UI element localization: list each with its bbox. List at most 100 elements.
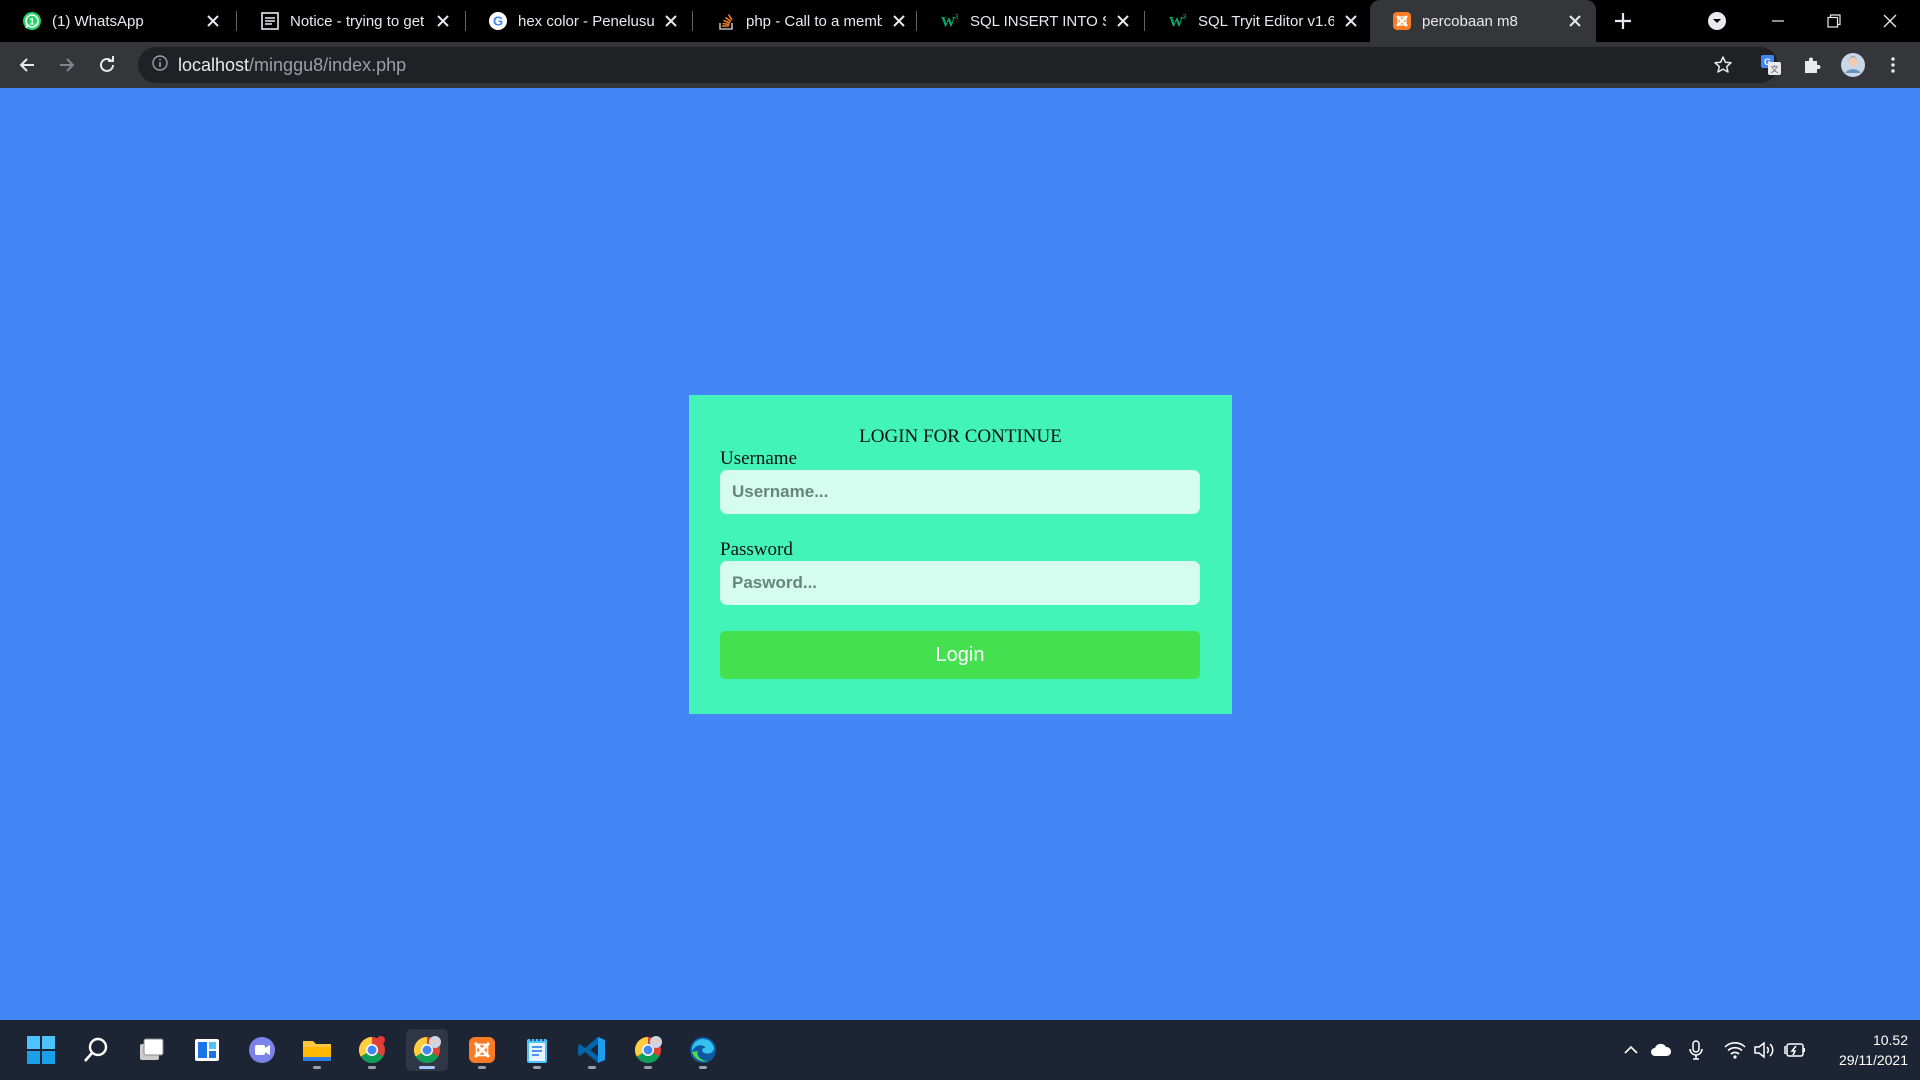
onedrive-button[interactable] bbox=[1650, 1039, 1672, 1061]
close-icon[interactable] bbox=[1566, 12, 1584, 30]
chevron-down-icon bbox=[1708, 12, 1726, 30]
back-button[interactable] bbox=[12, 50, 42, 80]
page-content: LOGIN FOR CONTINUE Username Password Log… bbox=[0, 88, 1920, 1020]
microphone-icon bbox=[1689, 1040, 1703, 1060]
address-bar[interactable]: localhost/minggu8/index.php bbox=[138, 47, 1778, 83]
tab-percobaan-active[interactable]: percobaan m8 bbox=[1370, 0, 1596, 42]
reload-icon bbox=[100, 56, 114, 72]
svg-text:1: 1 bbox=[29, 17, 34, 27]
search-button[interactable] bbox=[75, 1029, 117, 1071]
minimize-button[interactable] bbox=[1750, 0, 1806, 42]
folder-icon bbox=[303, 1041, 331, 1061]
tab-whatsapp[interactable]: 1 (1) WhatsApp bbox=[0, 0, 234, 42]
show-hidden-icons-button[interactable] bbox=[1620, 1039, 1642, 1061]
browser-toolbar: localhost/minggu8/index.php G文 bbox=[0, 42, 1920, 88]
network-button[interactable] bbox=[1724, 1039, 1746, 1061]
password-input[interactable] bbox=[720, 561, 1200, 605]
close-icon bbox=[1883, 14, 1897, 28]
clock-time: 10.52 bbox=[1872, 1032, 1908, 1048]
stackoverflow-icon bbox=[716, 11, 736, 31]
volume-button[interactable] bbox=[1753, 1039, 1775, 1061]
speaker-icon bbox=[1754, 1041, 1774, 1059]
chrome-icon bbox=[413, 1036, 441, 1064]
close-icon[interactable] bbox=[890, 12, 908, 30]
svg-text:G: G bbox=[493, 14, 503, 29]
tab-sql-insert[interactable]: W3 SQL INSERT INTO Stat bbox=[918, 0, 1144, 42]
close-icon[interactable] bbox=[204, 12, 222, 30]
chrome-button[interactable] bbox=[351, 1029, 393, 1071]
forward-button[interactable] bbox=[52, 50, 82, 80]
widgets-button[interactable] bbox=[186, 1029, 228, 1071]
teams-chat-button[interactable] bbox=[241, 1029, 283, 1071]
xampp-button[interactable] bbox=[461, 1029, 503, 1071]
running-indicator bbox=[313, 1066, 321, 1069]
notepad-icon bbox=[527, 1037, 547, 1063]
wifi-icon bbox=[1724, 1042, 1746, 1059]
tab-separator bbox=[1144, 11, 1145, 31]
close-icon[interactable] bbox=[662, 12, 680, 30]
puzzle-icon bbox=[1805, 57, 1821, 73]
translate-button[interactable]: G文 bbox=[1756, 50, 1786, 80]
close-window-button[interactable] bbox=[1862, 0, 1918, 42]
running-indicator bbox=[533, 1066, 541, 1069]
tab-title: (1) WhatsApp bbox=[52, 12, 144, 30]
menu-button[interactable] bbox=[1878, 50, 1908, 80]
tab-separator bbox=[236, 11, 237, 31]
url-text: localhost/minggu8/index.php bbox=[178, 55, 406, 76]
whatsapp-icon: 1 bbox=[22, 11, 42, 31]
tab-sql-tryit[interactable]: W3 SQL Tryit Editor v1.6 bbox=[1146, 0, 1372, 42]
tab-separator bbox=[692, 11, 693, 31]
svg-text:文: 文 bbox=[1771, 64, 1779, 74]
chrome-icon bbox=[634, 1036, 662, 1064]
tab-title: SQL Tryit Editor v1.6 bbox=[1198, 12, 1334, 30]
w3schools-icon: W3 bbox=[940, 11, 960, 31]
battery-charging-icon bbox=[1784, 1043, 1805, 1057]
tab-search-button[interactable] bbox=[1705, 9, 1729, 33]
new-tab-button[interactable] bbox=[1608, 6, 1638, 36]
svg-text:3: 3 bbox=[955, 12, 959, 21]
edge-button[interactable] bbox=[682, 1029, 724, 1071]
restore-button[interactable] bbox=[1806, 0, 1862, 42]
profile-button[interactable] bbox=[1838, 50, 1868, 80]
start-button[interactable] bbox=[20, 1029, 62, 1071]
tab-notice[interactable]: Notice - trying to get bbox=[238, 0, 464, 42]
arrow-left-icon bbox=[19, 58, 34, 72]
chrome-2-button[interactable] bbox=[627, 1029, 669, 1071]
task-view-icon bbox=[140, 1038, 164, 1060]
svg-text:3: 3 bbox=[1183, 12, 1187, 21]
close-icon[interactable] bbox=[1342, 12, 1360, 30]
arrow-right-icon bbox=[60, 58, 75, 72]
vscode-button[interactable] bbox=[571, 1029, 613, 1071]
microphone-button[interactable] bbox=[1685, 1039, 1707, 1061]
extensions-button[interactable] bbox=[1797, 50, 1827, 80]
file-explorer-button[interactable] bbox=[296, 1029, 338, 1071]
notepad-button[interactable] bbox=[516, 1029, 558, 1071]
url-path: /minggu8/index.php bbox=[249, 54, 407, 75]
vscode-icon bbox=[578, 1037, 605, 1063]
cloud-icon bbox=[1651, 1043, 1672, 1056]
close-icon[interactable] bbox=[434, 12, 452, 30]
username-input[interactable] bbox=[720, 470, 1200, 514]
clock[interactable]: 10.52 29/11/2021 bbox=[1812, 1030, 1908, 1070]
more-vert-icon bbox=[1891, 57, 1895, 73]
running-indicator bbox=[478, 1066, 486, 1069]
chrome-profile-button[interactable] bbox=[406, 1029, 448, 1071]
close-icon[interactable] bbox=[1114, 12, 1132, 30]
tab-title: php - Call to a member bbox=[746, 12, 882, 30]
tab-stackoverflow[interactable]: php - Call to a member bbox=[694, 0, 920, 42]
task-view-button[interactable] bbox=[130, 1029, 172, 1071]
info-icon[interactable] bbox=[152, 54, 168, 76]
tab-title: hex color - Penelusuran bbox=[518, 12, 654, 30]
restore-icon bbox=[1827, 14, 1841, 28]
battery-button[interactable] bbox=[1784, 1039, 1806, 1061]
login-button[interactable]: Login bbox=[720, 631, 1200, 679]
bookmark-button[interactable] bbox=[1708, 50, 1738, 80]
avatar bbox=[1841, 53, 1865, 77]
tab-title: SQL INSERT INTO Stat bbox=[970, 12, 1106, 30]
tab-google-search[interactable]: G hex color - Penelusuran bbox=[466, 0, 692, 42]
reload-button[interactable] bbox=[92, 50, 122, 80]
running-indicator bbox=[368, 1066, 376, 1069]
xampp-icon bbox=[1392, 11, 1412, 31]
taskbar: 10.52 29/11/2021 bbox=[0, 1020, 1920, 1080]
w3schools-icon: W3 bbox=[1168, 11, 1188, 31]
